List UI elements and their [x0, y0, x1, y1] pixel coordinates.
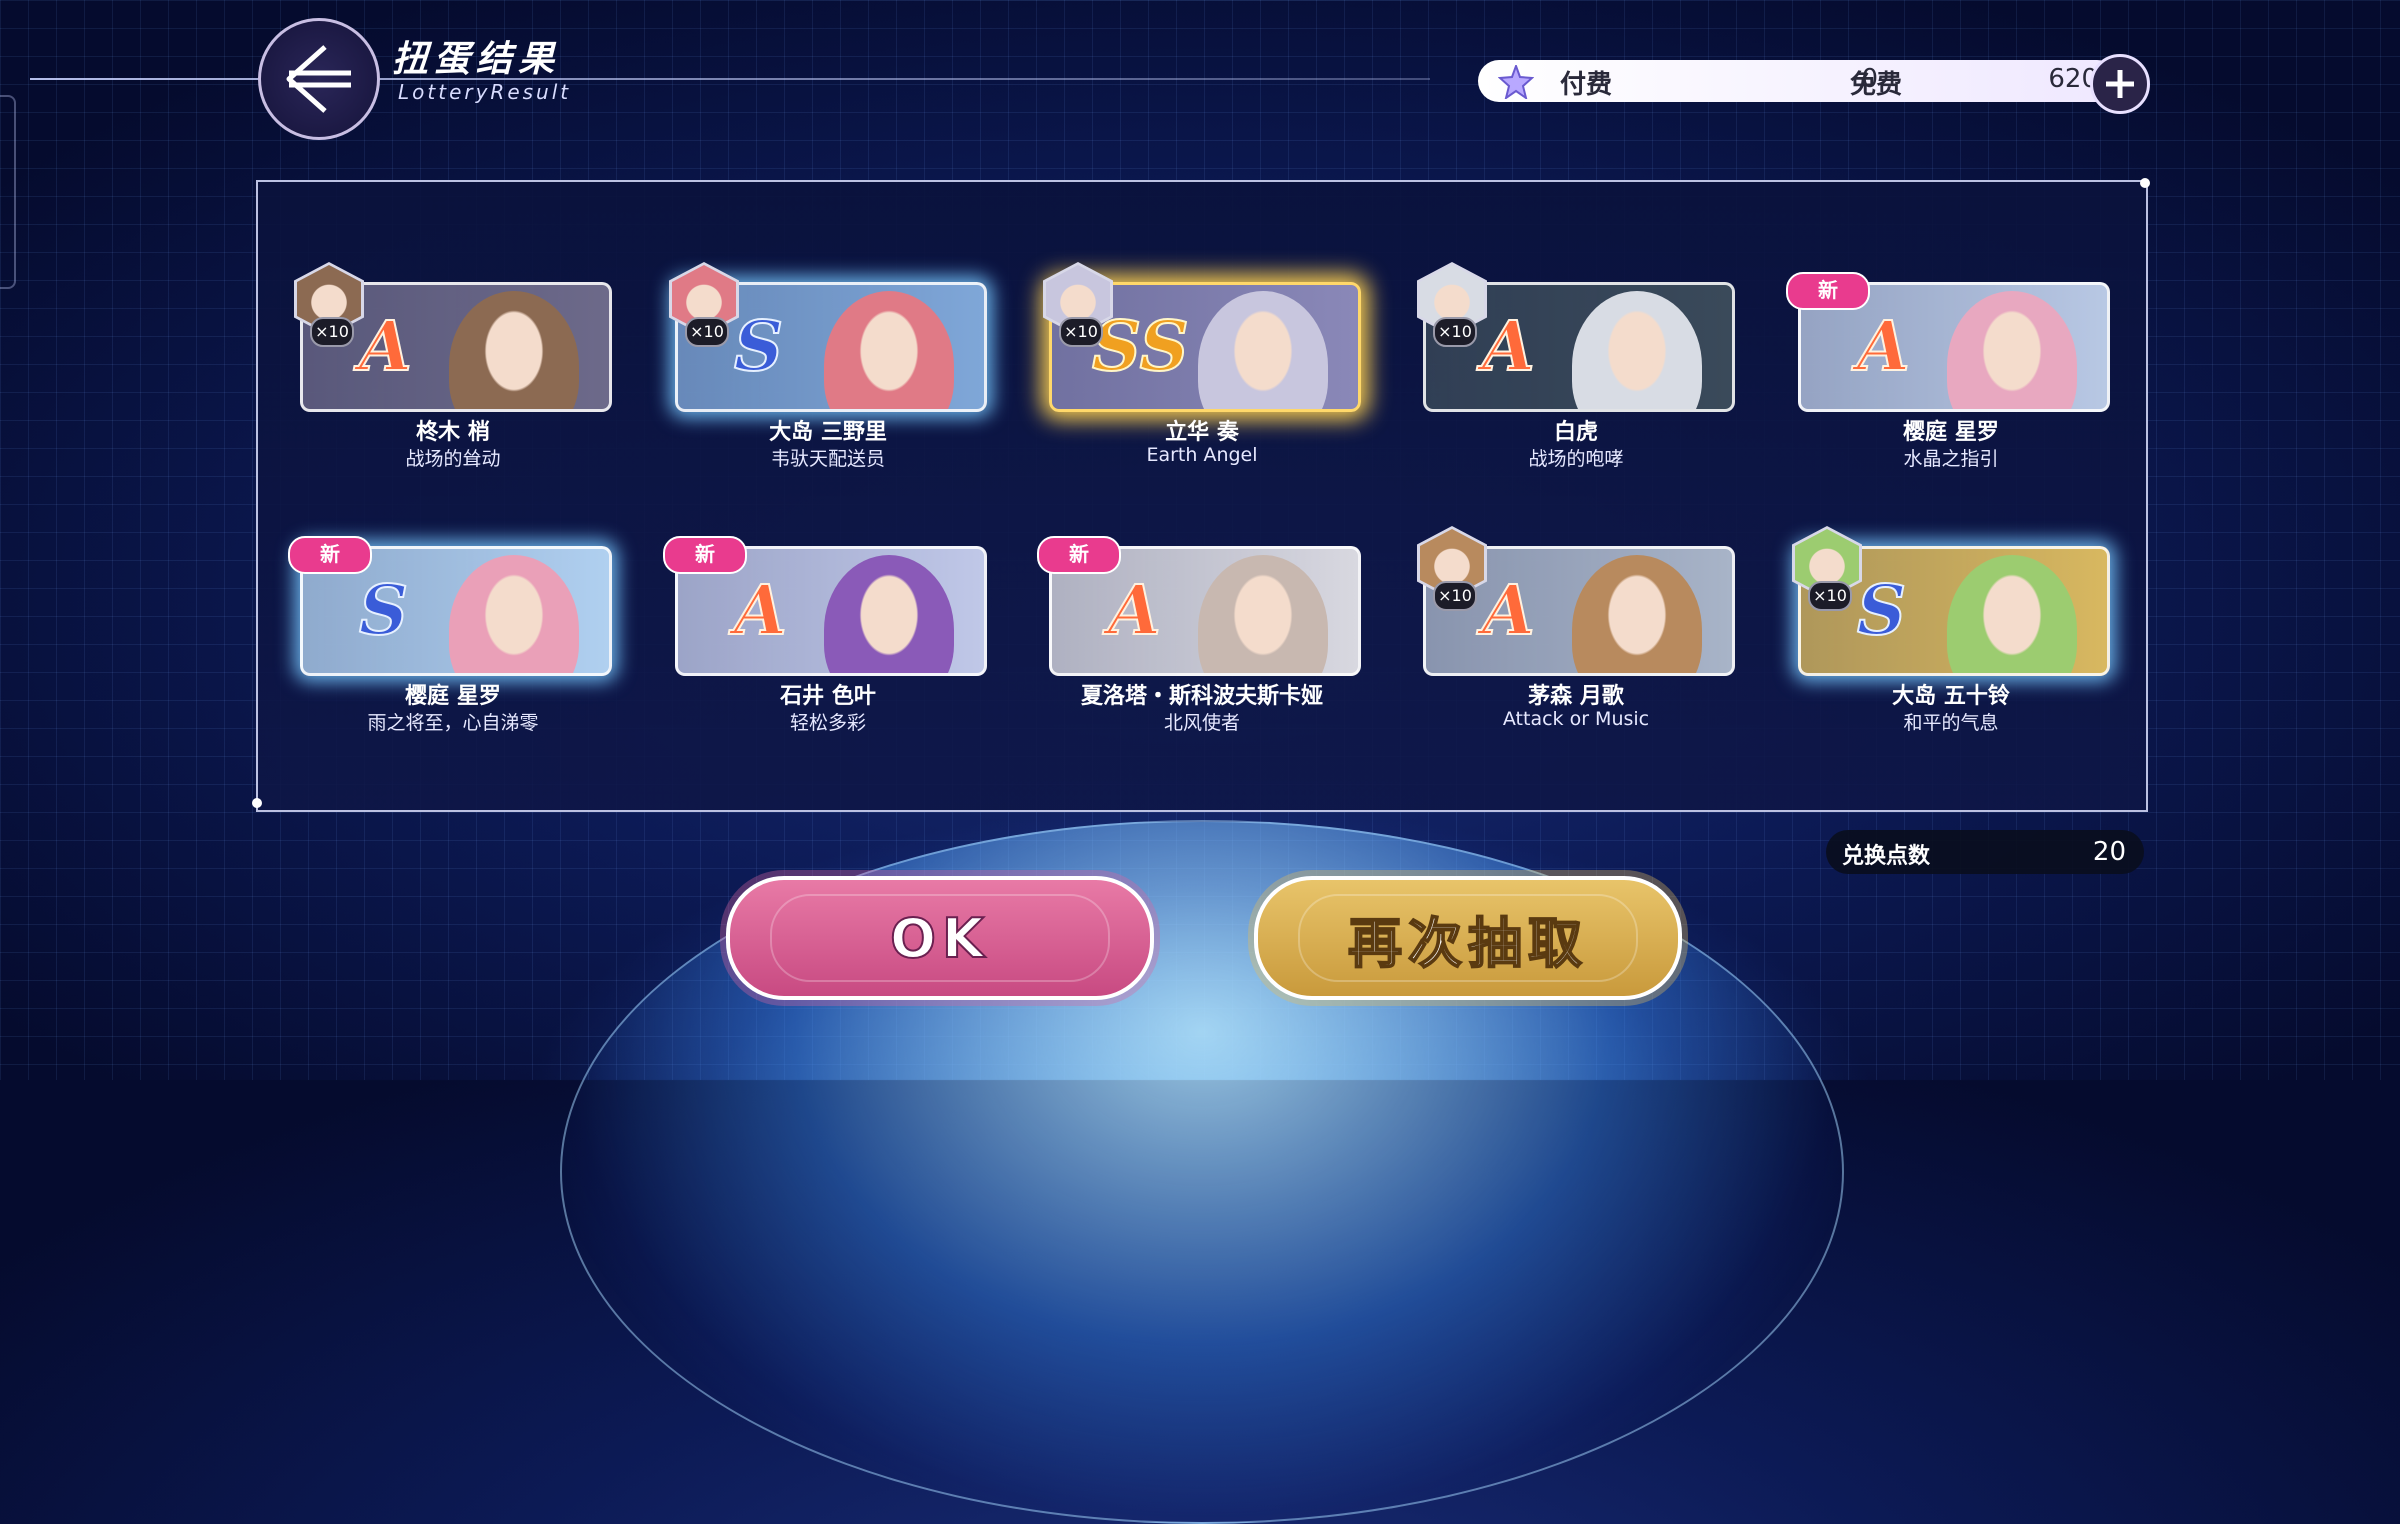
character-title: Attack or Music — [1502, 708, 1650, 730]
result-card[interactable]: A ×10 柊木 梢战场的耸动 — [294, 262, 612, 470]
character-name: 大岛 五十铃 — [1892, 684, 2010, 709]
exchange-points-bar: 兑换点数 20 — [1826, 830, 2144, 874]
character-title: 韦驮天配送员 — [770, 448, 885, 470]
character-name: 石井 色叶 — [780, 684, 876, 709]
result-card[interactable]: A ×10 茅森 月歌 Attack or Music — [1417, 526, 1735, 730]
header-divider — [30, 78, 1430, 80]
rank-icon: A — [1856, 306, 1911, 388]
plus-icon — [2106, 70, 2134, 98]
currency-bar: 付费 0 免费 620 — [1478, 60, 2118, 102]
character-name: 柊木 梢 — [416, 420, 490, 445]
character-portrait — [824, 555, 954, 673]
character-name: 樱庭 星罗 — [405, 684, 501, 709]
star-gem-icon — [1498, 65, 1534, 99]
character-title: 战场的耸动 — [405, 448, 501, 470]
character-name: 白虎 — [1553, 420, 1598, 445]
panel-corner-dot — [252, 798, 262, 808]
result-card[interactable]: S ×10 大岛 五十铃 和平的气息 — [1792, 526, 2110, 734]
rank-icon: S — [358, 570, 409, 652]
count-badge: ×10 — [310, 317, 354, 347]
count-badge: ×10 — [1808, 581, 1852, 611]
character-portrait — [824, 291, 954, 409]
character-title: 水晶之指引 — [1903, 448, 1999, 470]
character-name: 夏洛塔・斯科波夫斯卡娅 — [1080, 684, 1323, 709]
page-subtitle: LotteryResult — [398, 80, 572, 104]
character-title: 雨之将至，心自涕零 — [367, 712, 539, 734]
panel-corner-dot — [2140, 178, 2150, 188]
new-badge: 新 — [288, 536, 372, 574]
exchange-points-value: 20 — [2092, 837, 2126, 867]
character-name: 茅森 月歌 — [1528, 684, 1624, 709]
rank-icon: A — [1481, 570, 1536, 652]
result-card[interactable]: A 新石井 色叶轻松多彩 — [663, 526, 987, 734]
new-badge: 新 — [1037, 536, 1121, 574]
paid-label: 付费 — [1560, 70, 1613, 100]
side-handle[interactable] — [0, 95, 16, 289]
back-button[interactable] — [258, 18, 380, 140]
result-card[interactable]: SS ×10 立华 奏 Earth Angel — [1043, 262, 1361, 466]
character-portrait — [1198, 555, 1328, 673]
character-name: 立华 奏 — [1165, 420, 1239, 445]
character-title: Earth Angel — [1146, 444, 1258, 466]
button-decoration — [1298, 894, 1638, 982]
character-portrait — [1572, 555, 1702, 673]
draw-again-button[interactable]: 再次抽取 — [1254, 876, 1682, 1000]
back-arrow-icon — [286, 45, 351, 113]
character-name: 大岛 三野里 — [769, 420, 887, 445]
rank-icon: S — [733, 306, 784, 388]
free-value: 620 — [2048, 64, 2098, 94]
character-title: 轻松多彩 — [789, 712, 866, 734]
character-name: 樱庭 星罗 — [1903, 420, 1999, 445]
rank-icon: A — [1107, 570, 1162, 652]
character-portrait — [449, 291, 579, 409]
character-title: 战场的咆哮 — [1528, 448, 1624, 470]
result-card[interactable]: S ×10 大岛 三野里 韦驮天配送员 — [669, 262, 987, 470]
rank-icon: A — [358, 306, 413, 388]
button-decoration — [770, 894, 1110, 982]
rank-icon: A — [1481, 306, 1536, 388]
result-card[interactable]: A 新夏洛塔・斯科波夫斯卡娅 北风使者 — [1037, 526, 1361, 734]
character-portrait — [1947, 291, 2077, 409]
ok-button[interactable]: OK — [726, 876, 1154, 1000]
character-portrait — [1947, 555, 2077, 673]
free-label: 免费 — [1850, 70, 1903, 100]
result-card[interactable]: A 新樱庭 星罗水晶之指引 — [1786, 262, 2110, 470]
rank-icon: A — [733, 570, 788, 652]
page-title: 扭蛋结果 — [392, 39, 561, 80]
count-badge: ×10 — [1433, 581, 1477, 611]
character-portrait — [449, 555, 579, 673]
character-portrait — [1572, 291, 1702, 409]
new-badge: 新 — [663, 536, 747, 574]
count-badge: ×10 — [1059, 317, 1103, 347]
result-card[interactable]: S 新樱庭 星罗雨之将至，心自涕零 — [288, 526, 612, 734]
character-portrait — [1198, 291, 1328, 409]
character-title: 北风使者 — [1163, 712, 1240, 734]
character-title: 和平的气息 — [1903, 712, 1999, 734]
new-badge: 新 — [1786, 272, 1870, 310]
exchange-points-label: 兑换点数 — [1842, 844, 1931, 869]
rank-icon: S — [1856, 570, 1907, 652]
result-card[interactable]: A ×10 白虎战场的咆哮 — [1417, 262, 1735, 470]
add-currency-button[interactable] — [2090, 54, 2150, 114]
count-badge: ×10 — [1433, 317, 1477, 347]
count-badge: ×10 — [685, 317, 729, 347]
